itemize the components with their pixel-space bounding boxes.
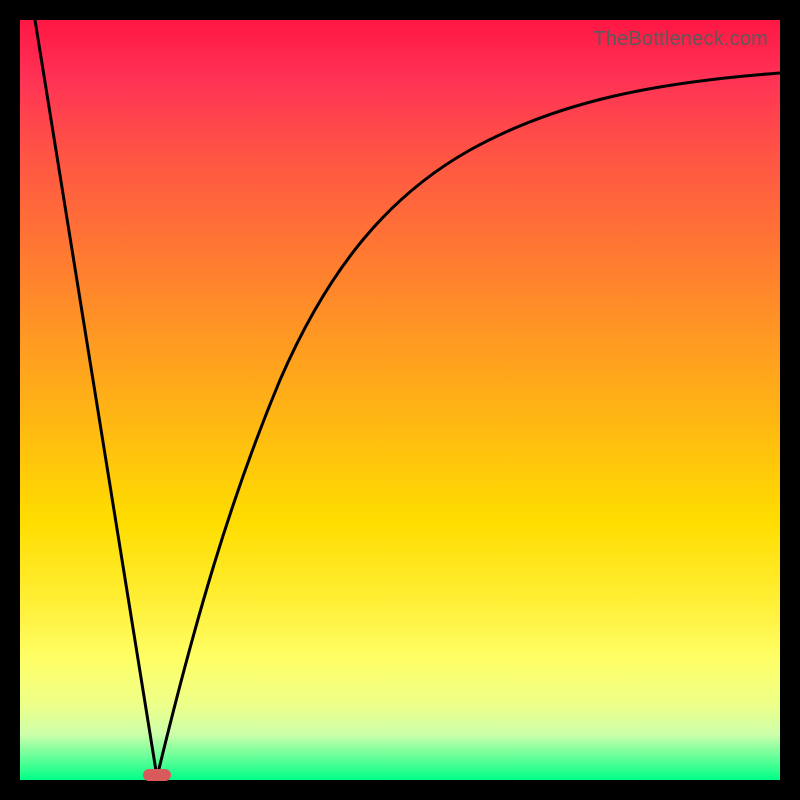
chart-container: TheBottleneck.com — [0, 0, 800, 800]
minimum-marker — [143, 769, 171, 781]
curve-right-branch — [157, 73, 780, 777]
curve-svg — [20, 20, 780, 780]
plot-area: TheBottleneck.com — [20, 20, 780, 780]
curve-left-branch — [35, 20, 157, 777]
